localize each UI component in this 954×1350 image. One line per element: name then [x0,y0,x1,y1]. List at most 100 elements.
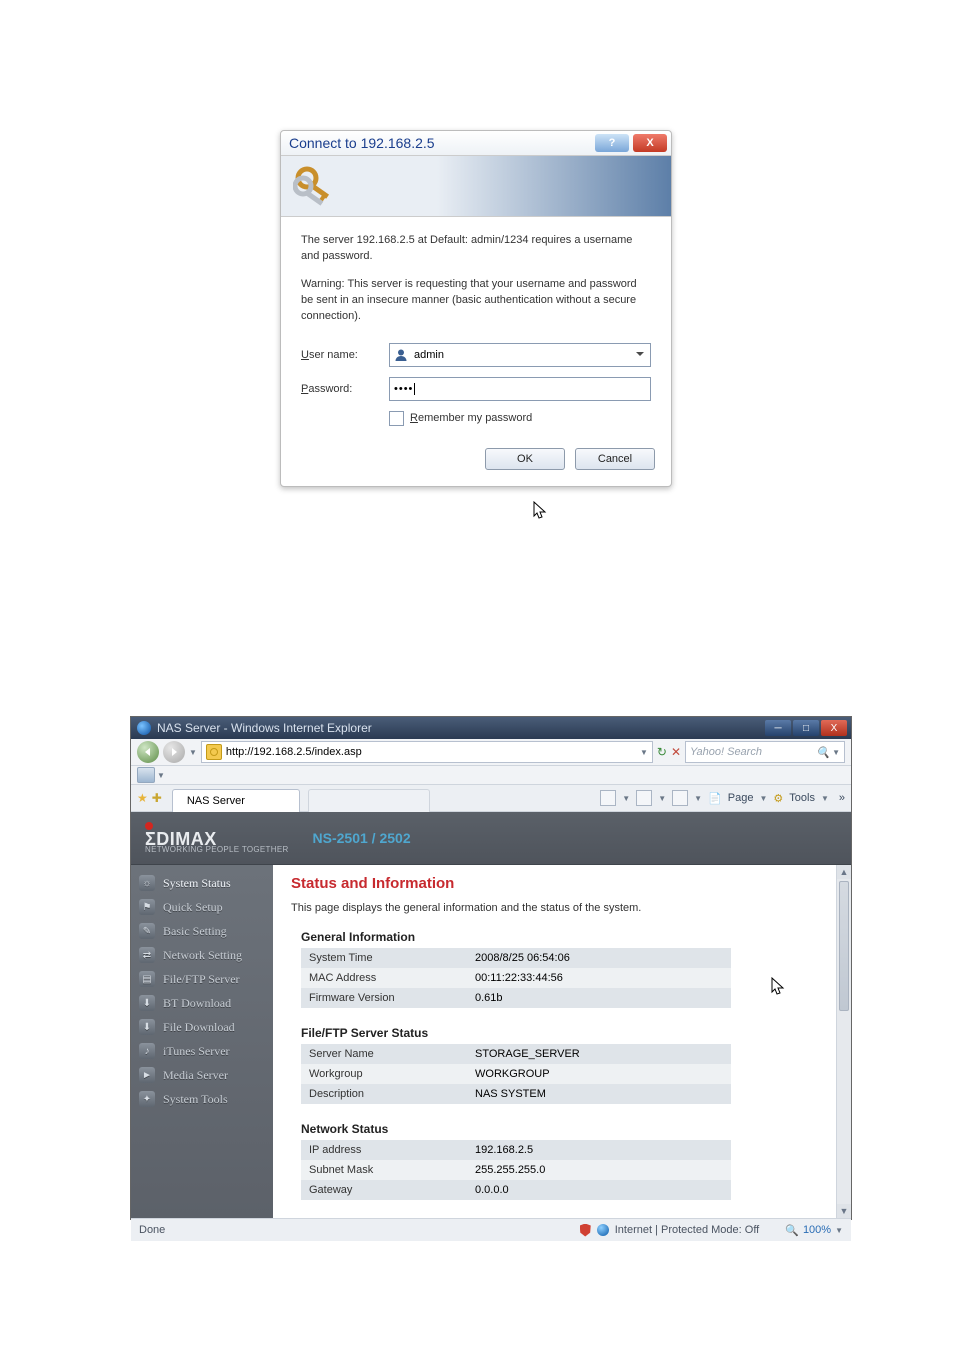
sidebar-item-itunes-server[interactable]: ♪iTunes Server [131,1039,273,1063]
tab-bar: ★ ✚ NAS Server ▼ ▼ ▼ 📄 Page▼ ⚙ Tools▼ » [131,785,851,812]
section-general-title: General Information [301,930,835,944]
table-row: Subnet Mask255.255.255.0 [301,1160,731,1180]
close-button[interactable]: X [633,134,667,152]
table-row: Firmware Version0.61b [301,988,731,1008]
forward-button[interactable] [163,741,185,763]
page-menu[interactable]: Page [728,792,754,804]
remember-password-row[interactable]: Remember my password [389,411,651,426]
app-viewport: ΣDIMAX NETWORKING PEOPLE TOGETHER NS-250… [131,812,851,1218]
dialog-message-2: Warning: This server is requesting that … [301,277,651,325]
page-description: This page displays the general informati… [291,902,835,914]
app-header: ΣDIMAX NETWORKING PEOPLE TOGETHER NS-250… [131,812,851,865]
feeds-button[interactable] [636,790,652,806]
model-label: NS-2501 / 2502 [313,830,411,846]
mouse-cursor-icon [771,977,785,995]
user-icon [394,348,408,362]
search-icon[interactable]: 🔍 [816,746,830,759]
sidebar-item-network-setting[interactable]: ⇄Network Setting [131,943,273,967]
table-row: System Time2008/8/25 06:54:06 [301,948,731,968]
sidebar-item-quick-setup[interactable]: ⚑Quick Setup [131,895,273,919]
page-menu-icon: 📄 [708,792,722,805]
text-caret [414,383,415,395]
links-folder-icon[interactable] [137,767,155,783]
itunes-icon: ♪ [139,1043,155,1059]
auth-dialog: Connect to 192.168.2.5 ? X The server 19… [280,130,672,487]
sidebar-item-system-status[interactable]: ☼System Status [131,871,273,895]
remember-checkbox[interactable] [389,411,404,426]
bt-icon: ⬇ [139,995,155,1011]
scroll-down-button[interactable]: ▼ [837,1204,851,1218]
refresh-button[interactable]: ↻ [657,745,667,759]
nav-dropdown-icon[interactable]: ▼ [189,748,197,757]
cancel-button[interactable]: Cancel [575,448,655,470]
password-input[interactable]: •••• [389,377,651,401]
zoom-control[interactable]: 🔍 100% ▼ [785,1224,843,1237]
main-panel: Status and Information This page display… [273,865,851,1218]
ok-button[interactable]: OK [485,448,565,470]
sidebar-item-file-ftp-server[interactable]: ▤File/FTP Server [131,967,273,991]
page-heading: Status and Information [291,875,835,892]
table-row: WorkgroupWORKGROUP [301,1064,731,1084]
tools-menu-icon: ⚙ [773,792,783,805]
minimize-button[interactable]: ─ [765,720,791,736]
maximize-button[interactable]: □ [793,720,819,736]
shield-icon [580,1224,591,1237]
zoom-value: 100% [803,1224,831,1236]
table-row: IP address192.168.2.5 [301,1140,731,1160]
dialog-message-1: The server 192.168.2.5 at Default: admin… [301,233,651,265]
links-dropdown-icon[interactable]: ▼ [157,771,165,780]
sidebar: ☼System Status ⚑Quick Setup ✎Basic Setti… [131,865,273,1218]
window-close-button[interactable]: X [821,720,847,736]
favorites-star-icon[interactable]: ★ [137,791,148,805]
status-text: Done [139,1224,165,1236]
browser-title: NAS Server - Windows Internet Explorer [157,721,372,735]
app-logo: ΣDIMAX NETWORKING PEOPLE TOGETHER [145,822,289,854]
dialog-banner [281,156,671,217]
security-zone-text: Internet | Protected Mode: Off [615,1224,760,1236]
sidebar-item-bt-download[interactable]: ⬇BT Download [131,991,273,1015]
links-bar: ▼ [131,766,851,785]
favicon-icon [206,744,222,760]
mouse-cursor-icon [533,501,547,519]
url-text: http://192.168.2.5/index.asp [226,746,362,758]
sidebar-item-basic-setting[interactable]: ✎Basic Setting [131,919,273,943]
new-tab-button[interactable] [308,789,430,812]
sidebar-item-system-tools[interactable]: ✦System Tools [131,1087,273,1111]
sidebar-item-file-download[interactable]: ⬇File Download [131,1015,273,1039]
browser-window: NAS Server - Windows Internet Explorer ─… [130,716,852,1220]
dropdown-icon[interactable] [633,347,647,361]
add-favorites-icon[interactable]: ✚ [152,791,162,805]
search-field[interactable]: Yahoo! Search 🔍 ▼ [685,741,845,763]
table-general: System Time2008/8/25 06:54:06 MAC Addres… [301,948,731,1008]
tools-menu[interactable]: Tools [789,792,815,804]
address-field[interactable]: http://192.168.2.5/index.asp ▼ [201,741,653,763]
search-dropdown-icon[interactable]: ▼ [832,748,840,757]
print-button[interactable] [672,790,688,806]
zoom-dropdown-icon[interactable]: ▼ [835,1226,843,1235]
username-combo[interactable]: admin [389,343,651,367]
table-network: IP address192.168.2.5 Subnet Mask255.255… [301,1140,731,1200]
help-button[interactable]: ? [595,134,629,152]
home-button[interactable] [600,790,616,806]
address-dropdown-icon[interactable]: ▼ [640,748,648,757]
wrench-icon: ✎ [139,923,155,939]
sidebar-item-media-server[interactable]: ►Media Server [131,1063,273,1087]
keys-icon [293,164,337,208]
scroll-up-button[interactable]: ▲ [837,865,851,879]
table-row: Gateway0.0.0.0 [301,1180,731,1200]
back-button[interactable] [137,741,159,763]
tab-nas-server[interactable]: NAS Server [172,789,300,812]
vertical-scrollbar[interactable]: ▲ ▼ [836,865,851,1218]
network-icon: ⇄ [139,947,155,963]
section-network-title: Network Status [301,1122,835,1136]
scroll-thumb[interactable] [839,881,849,1011]
username-label: User name: [301,349,389,361]
dialog-titlebar: Connect to 192.168.2.5 ? X [281,131,671,156]
globe-icon [597,1224,609,1236]
download-icon: ⬇ [139,1019,155,1035]
tools-icon: ✦ [139,1091,155,1107]
status-icon: ☼ [139,875,155,891]
zoom-icon: 🔍 [785,1224,799,1237]
stop-button[interactable]: ✕ [671,745,681,759]
username-value: admin [414,349,444,361]
